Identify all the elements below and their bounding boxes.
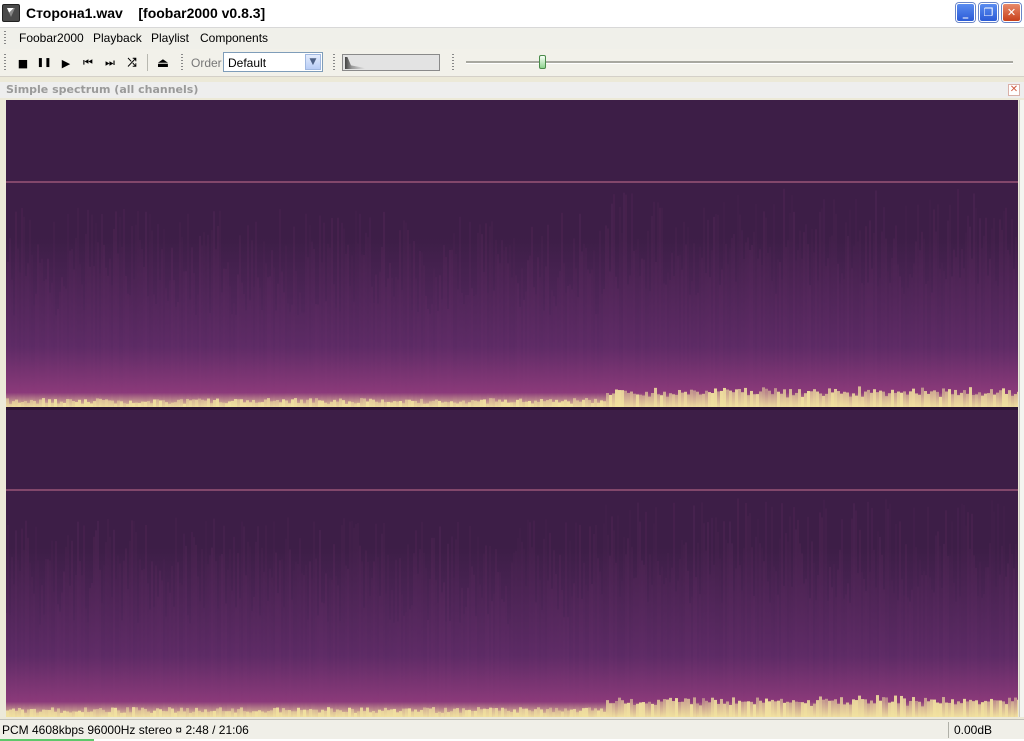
menu-playback[interactable]: Playback <box>93 31 142 45</box>
menu-components[interactable]: Components <box>200 31 268 45</box>
status-track-info: PCM 4608kbps 96000Hz stereo ¤ 2:48 / 21:… <box>2 723 249 737</box>
status-divider <box>948 722 949 738</box>
panel-title: Simple spectrum (all channels) <box>6 83 199 96</box>
status-volume: 0.00dB <box>954 723 993 737</box>
menu-grip[interactable] <box>4 31 6 46</box>
menu-foobar2000[interactable]: Foobar2000 <box>19 31 84 45</box>
spectrum-channel-right <box>6 410 1018 717</box>
stop-icon: ■ <box>17 56 29 70</box>
menu-playlist[interactable]: Playlist <box>151 31 189 45</box>
pause-button[interactable]: ❚❚ <box>36 55 52 71</box>
mini-spectrum-visualisation <box>342 54 440 71</box>
order-value: Default <box>228 56 267 70</box>
play-icon: ▶ <box>61 56 71 70</box>
spectrum-channel-left <box>6 100 1018 408</box>
eject-icon: ⏏ <box>156 55 170 71</box>
next-icon: ⏭ <box>105 56 115 69</box>
previous-icon: ⏮ <box>83 56 93 69</box>
next-button[interactable]: ⏭ <box>102 55 118 71</box>
order-label: Order <box>191 56 222 70</box>
spectrum-panel-header: Simple spectrum (all channels) ✕ <box>0 82 1024 98</box>
toolbar-separator <box>147 54 148 71</box>
title-bar: Сторона1.wav [foobar2000 v0.8.3] _ ❐ ✕ <box>0 0 1024 28</box>
seekbar-grip[interactable] <box>452 54 454 71</box>
status-bar: PCM 4608kbps 96000Hz stereo ¤ 2:48 / 21:… <box>0 719 1024 740</box>
play-button[interactable]: ▶ <box>58 55 74 71</box>
foobar-app-icon[interactable] <box>2 4 20 22</box>
stop-button[interactable]: ■ <box>15 55 31 71</box>
pause-icon: ❚❚ <box>36 58 52 68</box>
chevron-down-icon[interactable]: ▼ <box>305 54 321 70</box>
seekbar-thumb[interactable] <box>539 55 547 69</box>
close-button[interactable]: ✕ <box>1002 3 1021 22</box>
panel-close-icon[interactable]: ✕ <box>1008 84 1020 96</box>
visualisation-grip[interactable] <box>333 54 335 71</box>
previous-button[interactable]: ⏮ <box>80 55 96 71</box>
seekbar-track[interactable] <box>466 61 1013 64</box>
order-grip[interactable] <box>181 54 183 71</box>
order-dropdown[interactable]: Default ▼ <box>223 52 323 72</box>
spectrum-display <box>6 100 1018 717</box>
maximize-button[interactable]: ❐ <box>979 3 998 22</box>
random-button[interactable]: ⤮ <box>124 55 140 71</box>
minimize-button[interactable]: _ <box>956 3 975 22</box>
panel-edge <box>1019 100 1024 717</box>
window-title: Сторона1.wav [foobar2000 v0.8.3] <box>26 5 266 21</box>
random-icon: ⤮ <box>127 56 137 69</box>
eject-button[interactable]: ⏏ <box>155 55 171 71</box>
toolbar-grip[interactable] <box>4 54 6 71</box>
menu-bar: Foobar2000 Playback Playlist Components <box>0 28 1024 50</box>
